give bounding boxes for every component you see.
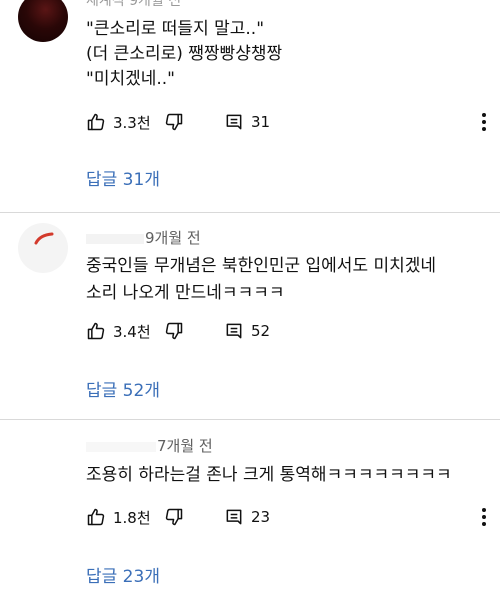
avatar[interactable] <box>18 0 68 42</box>
comment-actions: 3.4천 52 <box>86 319 491 343</box>
like-button[interactable]: 3.4천 <box>86 319 151 343</box>
thumb-up-icon <box>87 322 105 340</box>
comment-text-line: 소리 나오게 만드네ㅋㅋㅋㅋ <box>86 283 285 303</box>
like-button[interactable]: 1.8천 <box>86 505 151 529</box>
thumb-down-icon <box>165 322 183 340</box>
reply-count: 52 <box>251 322 271 340</box>
comment-2: 9개월 전 중국인들 무개념은 북한인민군 입에서도 미치겠네 소리 나오게 만… <box>0 213 500 418</box>
reply-count: 23 <box>251 508 271 526</box>
author-name-redacted[interactable] <box>86 441 156 452</box>
comment-text-line: "미치겠네.." <box>86 69 176 89</box>
more-options-button[interactable] <box>481 110 491 134</box>
dislike-button[interactable] <box>164 110 184 134</box>
more-options-button[interactable] <box>481 505 491 529</box>
comment-time: 7개월 전 <box>157 437 213 455</box>
reply-icon <box>226 114 242 130</box>
avatar-graphic <box>34 232 54 245</box>
comment-meta: 세계적 9개월 전 <box>86 0 182 9</box>
comment-text-line: (더 큰소리로) 쨍짱빵샹챙짱 <box>86 44 283 64</box>
comment-time: 9개월 전 <box>145 229 201 247</box>
like-count: 3.4천 <box>113 322 151 341</box>
more-vert-icon <box>482 508 486 526</box>
dislike-button[interactable] <box>164 505 184 529</box>
avatar[interactable] <box>18 430 68 480</box>
comment-text-line: 조용히 하라는걸 존나 크게 통역해ㅋㅋㅋㅋㅋㅋㅋㅋ <box>86 465 452 485</box>
reply-count: 31 <box>251 113 271 131</box>
reply-button[interactable]: 52 <box>224 319 270 343</box>
comment-1: 세계적 9개월 전 "큰소리로 떠들지 말고.." (더 큰소리로) 쨍짱빵샹챙… <box>0 0 500 200</box>
comment-meta: 7개월 전 <box>86 435 213 456</box>
thumb-down-icon <box>165 508 183 526</box>
comment-3: 7개월 전 조용히 하라는걸 존나 크게 통역해ㅋㅋㅋㅋㅋㅋㅋㅋ 1.8천 23… <box>0 420 500 601</box>
like-count: 3.3천 <box>113 113 151 132</box>
reply-icon <box>226 509 242 525</box>
comment-meta: 9개월 전 <box>86 227 201 248</box>
view-replies-link[interactable]: 답글 31개 <box>86 165 160 190</box>
more-vert-icon <box>482 113 486 131</box>
comment-actions: 3.3천 31 <box>86 110 491 134</box>
view-replies-link[interactable]: 답글 52개 <box>86 376 160 401</box>
reply-icon <box>226 323 242 339</box>
thumb-up-icon <box>87 113 105 131</box>
comment-actions: 1.8천 23 <box>86 505 491 529</box>
comment-text-line: 중국인들 무개념은 북한인민군 입에서도 미치겠네 <box>86 256 437 276</box>
comment-text-line: "큰소리로 떠들지 말고.." <box>86 19 265 39</box>
like-button[interactable]: 3.3천 <box>86 110 151 134</box>
view-replies-link[interactable]: 답글 23개 <box>86 562 160 587</box>
like-count: 1.8천 <box>113 508 151 527</box>
avatar[interactable] <box>18 223 68 273</box>
dislike-button[interactable] <box>164 319 184 343</box>
thumb-down-icon <box>165 113 183 131</box>
reply-button[interactable]: 31 <box>224 110 270 134</box>
thumb-up-icon <box>87 508 105 526</box>
author-name-redacted[interactable] <box>86 233 144 244</box>
reply-button[interactable]: 23 <box>224 505 270 529</box>
